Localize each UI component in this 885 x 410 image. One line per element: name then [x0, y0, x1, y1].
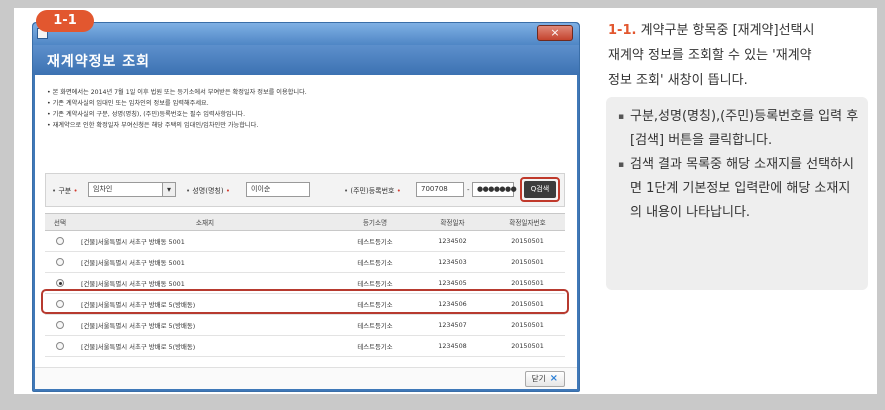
- type-label: 구분: [58, 187, 72, 195]
- rental-renewal-window: × 재계약정보 조회 • 본 화면에서는 2014년 7월 1일 이후 법원 또…: [32, 22, 580, 392]
- row-radio[interactable]: [56, 321, 64, 329]
- row-radio[interactable]: [56, 258, 64, 266]
- explanation-bullet: 검색 결과 목록중 해당 소재지를 선택하시면 1단계 기본정보 입력란에 해당…: [618, 153, 860, 225]
- table-row[interactable]: [건물]서울특별시 서초구 방배동 5001 테스트등기소 1234502 20…: [45, 231, 565, 252]
- table-header: 선택 소재지 등기소명 확정일자 확정일자번호: [45, 213, 565, 231]
- window-title: 재계약정보 조회: [47, 54, 151, 70]
- header-number: 확정일자: [440, 219, 465, 227]
- search-button[interactable]: Q검색: [524, 181, 556, 198]
- explanation-bullets: 구분,성명(명칭),(주민)등록번호를 입력 후 [검색] 버튼을 클릭합니다.…: [618, 105, 860, 225]
- row-office: 테스트등기소: [357, 321, 393, 330]
- explanation-number: 1-1.: [608, 23, 637, 38]
- row-address: [건물]서울특별시 서초구 방배동 5001: [81, 258, 185, 267]
- row-office: 테스트등기소: [357, 237, 393, 246]
- id-back-input[interactable]: ●●●●●●●: [472, 182, 517, 197]
- table-row[interactable]: [건물]서울특별시 서초구 방배동 5001 테스트등기소 1234503 20…: [45, 252, 565, 273]
- window-footer: 닫기 ×: [35, 367, 577, 389]
- id-label: (주민)등록번호: [350, 187, 395, 195]
- explanation-box: 구분,성명(명칭),(주민)등록번호를 입력 후 [검색] 버튼을 클릭합니다.…: [606, 97, 868, 290]
- explanation-line-text: 계약구분 항목중 [재계약]선택시: [640, 23, 815, 38]
- id-label-wrap: • (주민)등록번호 •: [344, 187, 401, 195]
- row-address: [건물]서울특별시 서초구 방배로 5(방배동): [81, 342, 196, 351]
- search-panel: • 구분 • 임차인 ▾ • 성명(명칭) • 이이순 • (주민)등록번호 •…: [45, 173, 565, 207]
- window-title-bar: 재계약정보 조회: [33, 45, 579, 75]
- header-address: 소재지: [195, 219, 215, 227]
- explanation-bullet: 구분,성명(명칭),(주민)등록번호를 입력 후 [검색] 버튼을 클릭합니다.: [618, 105, 860, 153]
- type-select[interactable]: 임차인 ▾: [88, 182, 176, 197]
- row-date: 20150501: [511, 321, 544, 329]
- close-icon: ×: [549, 373, 558, 384]
- notice-item: • 기존 계약사실의 구분, 성명(명칭), (주민)등록번호는 필수 입력사항…: [47, 111, 246, 118]
- row-address: [건물]서울특별시 서초구 방배로 5(방배동): [81, 321, 196, 330]
- explanation-line-2: 재계약 정보를 조회할 수 있는 '재계약: [608, 48, 812, 63]
- table-row[interactable]: [건물]서울특별시 서초구 방배로 5(방배동) 테스트등기소 1234508 …: [45, 336, 565, 357]
- header-office: 등기소명: [362, 219, 388, 227]
- explanation-line-1: 1-1. 계약구분 항목중 [재계약]선택시: [608, 18, 868, 43]
- selected-row-highlight: [41, 289, 569, 314]
- row-radio-selected[interactable]: [56, 279, 64, 287]
- notice-list: • 본 화면에서는 2014년 7월 1일 이후 법원 또는 등기소에서 부여받…: [47, 87, 567, 131]
- window-close-button[interactable]: ×: [537, 25, 573, 41]
- row-date: 20150501: [511, 258, 544, 266]
- result-table: 선택 소재지 등기소명 확정일자 확정일자번호 [건물]서울특별시 서초구 방배…: [41, 213, 569, 357]
- name-label-wrap: • 성명(명칭) •: [186, 187, 230, 195]
- notice-item: • 재계약으로 인한 확정일자 부여신청은 해당 주택의 임대인/임차인만 가능…: [47, 122, 259, 129]
- row-date: 20150501: [511, 237, 544, 245]
- type-label-wrap: • 구분 •: [52, 187, 78, 195]
- id-separator: -: [467, 186, 470, 194]
- row-number: 1234508: [438, 342, 467, 350]
- row-date: 20150501: [511, 342, 544, 350]
- search-button-highlight: Q검색: [520, 177, 560, 202]
- id-front-input[interactable]: 700708: [416, 182, 464, 197]
- row-number: 1234507: [438, 321, 467, 329]
- type-select-value: 임차인: [93, 185, 113, 193]
- step-badge: 1-1: [36, 10, 94, 32]
- notice-item: • 기존 계약사실의 임대인 또는 임차인의 정보를 입력해주세요.: [47, 100, 209, 107]
- header-select: 선택: [53, 219, 67, 227]
- notice-item: • 본 화면에서는 2014년 7월 1일 이후 법원 또는 등기소에서 부여받…: [47, 89, 307, 96]
- chevron-down-icon[interactable]: ▾: [162, 183, 175, 196]
- row-number: 1234503: [438, 258, 467, 266]
- row-radio[interactable]: [56, 342, 64, 350]
- window-top-bar: ×: [33, 23, 579, 45]
- row-office: 테스트등기소: [357, 342, 393, 351]
- explanation-text: 1-1. 계약구분 항목중 [재계약]선택시 재계약 정보를 조회할 수 있는 …: [608, 18, 868, 93]
- row-address: [건물]서울특별시 서초구 방배동 5001: [81, 237, 185, 246]
- row-number: 1234502: [438, 237, 467, 245]
- window-body: • 본 화면에서는 2014년 7월 1일 이후 법원 또는 등기소에서 부여받…: [35, 75, 577, 389]
- table-row[interactable]: [건물]서울특별시 서초구 방배로 5(방배동) 테스트등기소 1234507 …: [45, 315, 565, 336]
- close-button[interactable]: 닫기 ×: [524, 371, 565, 387]
- row-office: 테스트등기소: [357, 258, 393, 267]
- row-radio[interactable]: [56, 237, 64, 245]
- explanation-line-3: 정보 조회' 새창이 뜹니다.: [608, 73, 748, 88]
- header-date: 확정일자번호: [509, 219, 546, 227]
- close-button-label: 닫기: [531, 374, 546, 383]
- name-label: 성명(명칭): [192, 187, 224, 195]
- name-input[interactable]: 이이순: [246, 182, 310, 197]
